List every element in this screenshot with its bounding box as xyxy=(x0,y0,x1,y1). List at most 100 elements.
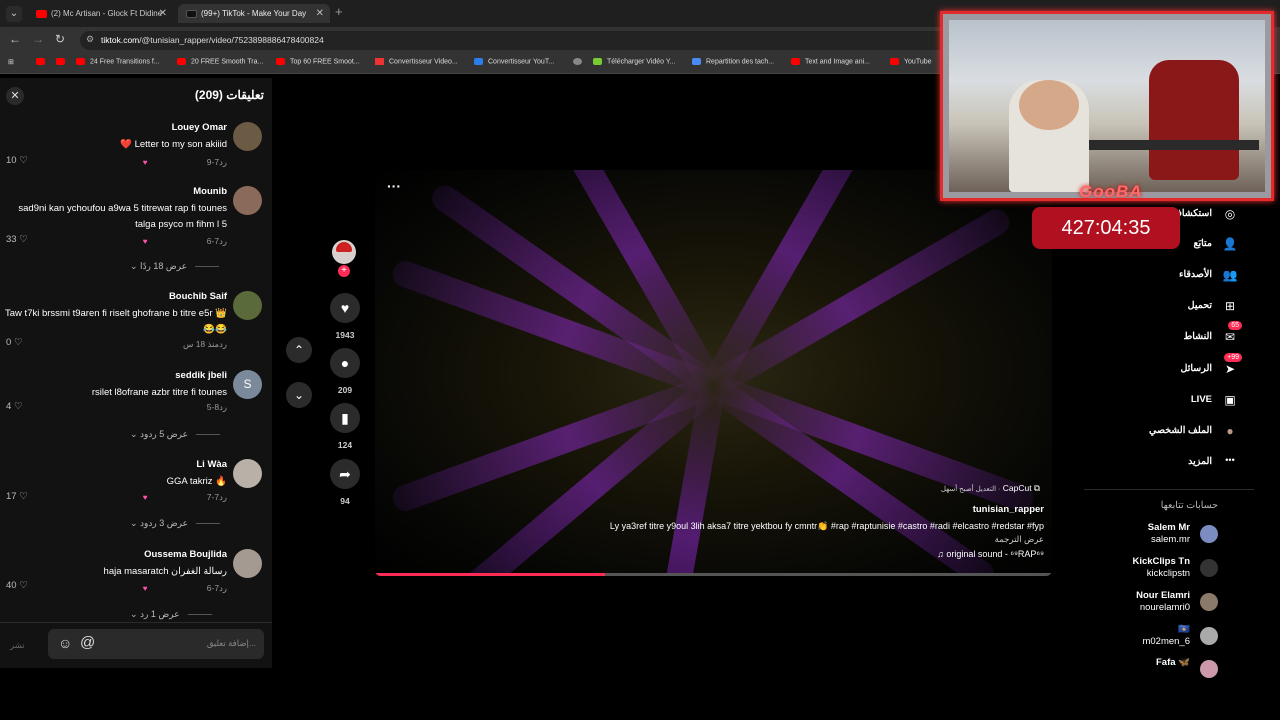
reload-icon[interactable]: ↻ xyxy=(55,32,65,46)
video-username[interactable]: tunisian_rapper xyxy=(973,504,1044,515)
avatar[interactable] xyxy=(233,122,262,151)
comment-action[interactable]: ● 209 xyxy=(330,348,360,395)
avatar[interactable] xyxy=(233,291,262,320)
tab-search-button[interactable]: ⌄ xyxy=(6,6,22,22)
reply-button[interactable]: رد xyxy=(219,402,227,412)
creator-avatar[interactable] xyxy=(332,240,356,264)
comment-author[interactable]: Oussema Boujlida xyxy=(144,549,227,560)
bookmark-item[interactable]: Convertisseur YouT... xyxy=(474,58,554,65)
bookmark-item[interactable]: YouTube xyxy=(890,58,932,65)
tab-youtube[interactable]: (2) Mc Artisan - Glock Ft Didine ✕ xyxy=(28,4,173,23)
avatar[interactable] xyxy=(233,459,262,488)
like-count[interactable]: 4 ♡ xyxy=(6,401,22,412)
sidebar-item-more[interactable]: المزيد ••• xyxy=(1090,452,1235,474)
bookmark-item[interactable] xyxy=(573,58,587,65)
comment-author[interactable]: Bouchib Saif xyxy=(169,291,227,302)
view-replies-button[interactable]: ⌄ عرض 18 ردًا xyxy=(130,261,220,272)
comment-author[interactable]: Mounib xyxy=(193,186,227,197)
video-player[interactable]: ··· التعديل أصبح أسهل · CapCut ⧉ tunisia… xyxy=(375,170,1052,576)
bookmark-item[interactable]: Repartition des tach... xyxy=(692,58,774,65)
more-options-icon[interactable]: ··· xyxy=(387,178,401,194)
comment-text: haja masaratch رسالة الغفران xyxy=(103,566,227,577)
comment-author[interactable]: Li Wàa xyxy=(196,459,227,470)
view-replies-button[interactable]: ⌄ عرض 1 رد xyxy=(130,609,212,620)
sidebar-item-live[interactable]: LIVE ▣ xyxy=(1090,390,1236,412)
post-button[interactable]: نشر xyxy=(10,640,25,651)
bookmark-item[interactable]: Convertisseur Video... xyxy=(375,58,458,65)
bookmark-youtube-2[interactable] xyxy=(56,58,70,65)
avatar[interactable] xyxy=(233,186,262,215)
comment-bubble-icon[interactable]: ● xyxy=(330,348,360,378)
sound-link[interactable]: ♫ original sound - ⁶⁹RAP⁶⁹ xyxy=(937,549,1044,559)
mention-icon[interactable]: @ xyxy=(80,634,95,651)
apps-icon[interactable]: ⊞ xyxy=(8,58,14,66)
comment-author[interactable]: Louey Omar xyxy=(172,122,227,133)
sidebar-item-upload[interactable]: تحميل ⊞ xyxy=(1090,296,1235,318)
bookmark-icon[interactable]: ▮ xyxy=(330,403,360,433)
heart-icon[interactable]: ♡ xyxy=(14,401,23,412)
avatar[interactable]: S xyxy=(233,370,262,399)
sidebar-item-friends[interactable]: الأصدقاء 👥 xyxy=(1090,265,1237,287)
sidebar-item-profile[interactable]: الملف الشخصي ● xyxy=(1090,421,1234,443)
view-replies-button[interactable]: ⌄ عرض 5 ردود xyxy=(130,429,220,440)
comment-author[interactable]: seddik jbeli xyxy=(175,370,227,381)
avatar[interactable] xyxy=(1200,525,1218,543)
new-tab-button[interactable]: + xyxy=(335,4,343,19)
avatar[interactable] xyxy=(1200,627,1218,645)
close-icon[interactable]: ✕ xyxy=(6,87,24,105)
heart-icon[interactable]: ♡ xyxy=(19,155,28,166)
comment-date: 7-7 xyxy=(206,492,220,502)
like-count[interactable]: 0 ♡ xyxy=(6,337,22,348)
save-action[interactable]: ▮ 124 xyxy=(330,403,360,450)
back-icon[interactable]: ← xyxy=(9,32,21,46)
forward-icon[interactable]: → xyxy=(32,32,44,46)
next-video-button[interactable]: ⌄ xyxy=(286,382,312,408)
bookmark-item[interactable]: Text and Image ani... xyxy=(791,58,870,65)
like-count[interactable]: 17 ♡ xyxy=(6,491,28,502)
comment-meta: ♥ رد7-6 xyxy=(143,236,227,247)
url-text: tiktok.com/@tunisian_rapper/video/752389… xyxy=(101,35,324,45)
tab-tiktok[interactable]: (99+) TikTok - Make Your Day ✕ xyxy=(178,4,330,23)
heart-icon[interactable]: ♡ xyxy=(19,491,28,502)
avatar[interactable] xyxy=(1200,660,1218,678)
comment-input[interactable]: ☺ @ إضافة تعليق... xyxy=(48,629,264,659)
address-bar[interactable]: ⚙ tiktok.com/@tunisian_rapper/video/7523… xyxy=(80,31,960,50)
previous-video-button[interactable]: ⌃ xyxy=(286,337,312,363)
reply-button[interactable]: رد xyxy=(219,236,227,246)
see-translation-link[interactable]: عرض الترجمة xyxy=(995,534,1044,545)
close-tab-icon[interactable]: ✕ xyxy=(159,4,167,23)
bookmark-item[interactable]: Top 60 FREE Smoot... xyxy=(276,58,360,65)
bookmark-item[interactable]: 24 Free Transitions f... xyxy=(76,58,160,65)
emoji-icon[interactable]: ☺ xyxy=(58,635,72,651)
reply-button[interactable]: رد xyxy=(219,583,227,593)
avatar[interactable] xyxy=(1200,593,1218,611)
heart-icon[interactable]: ♥ xyxy=(330,293,360,323)
bookmark-item[interactable]: 20 FREE Smooth Tra... xyxy=(177,58,263,65)
like-count[interactable]: 10 ♡ xyxy=(6,155,28,166)
reply-button[interactable]: رد xyxy=(219,157,227,167)
capcut-tag[interactable]: التعديل أصبح أسهل · CapCut ⧉ xyxy=(941,483,1040,494)
progress-track[interactable] xyxy=(375,573,1052,576)
share-action[interactable]: ➦ 94 xyxy=(330,459,360,506)
bookmark-youtube-1[interactable] xyxy=(36,58,50,65)
bookmark-item[interactable]: Télécharger Vidéo Y... xyxy=(593,58,676,65)
share-icon[interactable]: ➦ xyxy=(330,459,360,489)
heart-icon[interactable]: ♡ xyxy=(19,580,28,591)
reply-button[interactable]: رد xyxy=(219,339,227,349)
avatar[interactable] xyxy=(233,549,262,578)
live-icon: ▣ xyxy=(1224,393,1236,407)
like-count[interactable]: 40 ♡ xyxy=(6,580,28,591)
sidebar-item-activity[interactable]: النشاط ✉ 65 xyxy=(1090,321,1242,349)
sidebar-item-messages[interactable]: الرسائل ➤ +99 xyxy=(1090,353,1242,381)
view-replies-button[interactable]: ⌄ عرض 3 ردود xyxy=(130,518,220,529)
close-tab-icon[interactable]: ✕ xyxy=(316,4,324,23)
avatar[interactable] xyxy=(1200,559,1218,577)
progress-fill xyxy=(375,573,606,576)
heart-icon[interactable]: ♡ xyxy=(14,337,23,348)
like-count[interactable]: 33 ♡ xyxy=(6,234,28,245)
heart-icon[interactable]: ♡ xyxy=(19,234,28,245)
site-info-icon[interactable]: ⚙ xyxy=(86,34,94,45)
follow-plus-icon[interactable]: + xyxy=(338,265,350,277)
reply-button[interactable]: رد xyxy=(219,492,227,502)
like-action[interactable]: ♥ 1943 xyxy=(330,293,360,340)
